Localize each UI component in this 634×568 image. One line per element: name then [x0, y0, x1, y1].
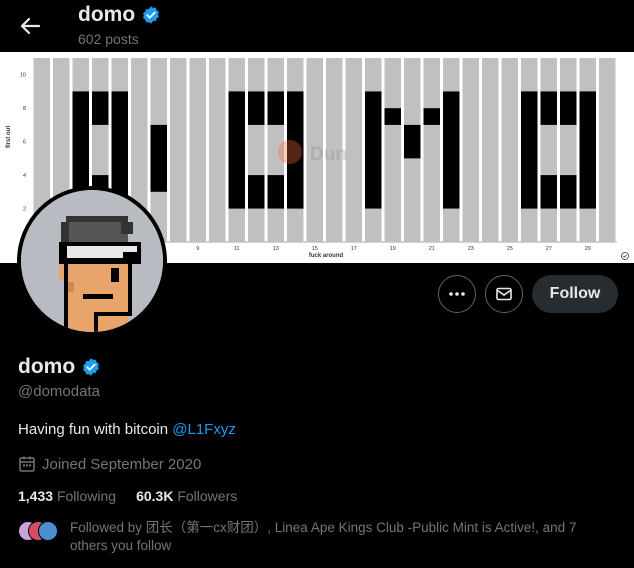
banner-x-tick-label: 9 — [196, 246, 199, 252]
banner-pixel-block — [228, 175, 245, 209]
banner-y-tick-label: 8 — [23, 106, 26, 112]
avatar-image — [21, 190, 163, 332]
banner-pixel-block — [228, 91, 245, 125]
follower-avatars — [18, 521, 58, 541]
more-options-button[interactable] — [438, 275, 476, 313]
banner-x-tick-label: 27 — [546, 246, 552, 252]
banner-column — [482, 58, 499, 242]
banner-column — [209, 58, 226, 242]
banner-x-tick-label: 11 — [234, 246, 240, 252]
profile-bio: Having fun with bitcoin @L1Fxyz — [18, 421, 236, 438]
bio-text: Having fun with bitcoin — [18, 421, 173, 438]
verified-badge-icon — [83, 358, 100, 376]
banner-x-tick-label: 25 — [507, 246, 513, 252]
back-arrow-icon[interactable] — [14, 10, 46, 42]
banner-pixel-block — [150, 124, 167, 192]
banner-column — [560, 58, 577, 242]
banner-pixel-block — [92, 91, 109, 125]
banner-y-tick-label: 10 — [20, 73, 26, 79]
joined-text: Joined September 2020 — [42, 455, 202, 473]
header-name-row: domo — [78, 3, 161, 27]
banner-pixel-block — [267, 91, 284, 125]
banner-x-tick-label: 29 — [585, 246, 591, 252]
pixel-punk-icon — [21, 190, 163, 332]
banner-pixel-block — [72, 91, 89, 125]
banner-pixel-block — [384, 108, 401, 125]
banner-pixel-block — [443, 91, 460, 209]
top-bar: domo 602 posts — [0, 0, 634, 52]
envelope-icon — [496, 287, 512, 301]
banner-check-mark — [623, 254, 627, 258]
avatar[interactable] — [17, 186, 167, 336]
banner-column — [599, 58, 616, 242]
profile-name: domo — [18, 355, 76, 378]
banner-y-tick-label: 6 — [23, 140, 26, 146]
banner-y-tick-label: 4 — [23, 173, 26, 179]
banner-column — [170, 58, 187, 242]
banner-column — [540, 58, 557, 242]
banner-check-icon — [621, 252, 629, 260]
banner-column — [384, 58, 401, 242]
banner-pixel-block — [423, 108, 440, 125]
banner-column — [423, 58, 440, 242]
watermark-text: Dun — [310, 144, 347, 165]
bio-mention-link[interactable]: @L1Fxyz — [172, 421, 236, 438]
banner-pixel-block — [248, 175, 265, 209]
header-name: domo — [78, 3, 136, 26]
message-button[interactable] — [485, 275, 523, 313]
post-count: 602 posts — [78, 31, 139, 47]
followed-by-row[interactable]: Followed by 团长（第一cx财团）, Linea Ape Kings … — [18, 519, 610, 555]
follower-avatar — [38, 521, 58, 541]
watermark-logo-icon — [278, 140, 302, 164]
banner-column — [501, 58, 518, 242]
banner-x-tick-label: 21 — [429, 246, 435, 252]
banner-column — [462, 58, 479, 242]
verified-badge-icon — [143, 6, 160, 24]
calendar-icon — [19, 456, 35, 472]
banner-pixel-block — [540, 175, 557, 209]
following-link[interactable]: 1,433 Following — [18, 488, 116, 504]
banner-pixel-block — [560, 175, 577, 209]
banner-pixel-block — [521, 175, 538, 209]
banner-pixel-block — [404, 124, 421, 159]
banner-y-tick-label: 2 — [23, 207, 26, 213]
banner-x-tick-label: 15 — [312, 246, 318, 252]
banner-pixel-block — [521, 91, 538, 125]
banner-column — [189, 58, 206, 242]
profile-handle: @domodata — [18, 383, 100, 400]
banner-pixel-block — [267, 175, 284, 209]
banner-pixel-block — [248, 91, 265, 125]
follow-button[interactable]: Follow — [532, 275, 618, 313]
banner-x-tick-label: 23 — [468, 246, 474, 252]
banner-y-axis-label: first out — [6, 126, 12, 148]
banner-x-axis-label: fuck around — [309, 253, 344, 259]
banner-x-tick-label: 19 — [390, 246, 396, 252]
more-dots-icon — [449, 292, 465, 296]
banner-pixel-block — [540, 91, 557, 125]
follow-counts: 1,433 Following 60.3K Followers — [18, 488, 237, 504]
banner-column — [345, 58, 362, 242]
joined-date: Joined September 2020 — [18, 455, 201, 473]
banner-column — [248, 58, 265, 242]
banner-x-tick-label: 13 — [273, 246, 279, 252]
profile-name-row: domo — [18, 355, 101, 379]
banner-pixel-block — [560, 91, 577, 125]
banner-pixel-block — [365, 91, 382, 209]
banner-x-tick-label: 17 — [351, 246, 357, 252]
followed-by-text: Followed by 团长（第一cx财团）, Linea Ape Kings … — [70, 520, 577, 553]
banner-pixel-block — [579, 91, 596, 209]
followers-link[interactable]: 60.3K Followers — [136, 488, 237, 504]
